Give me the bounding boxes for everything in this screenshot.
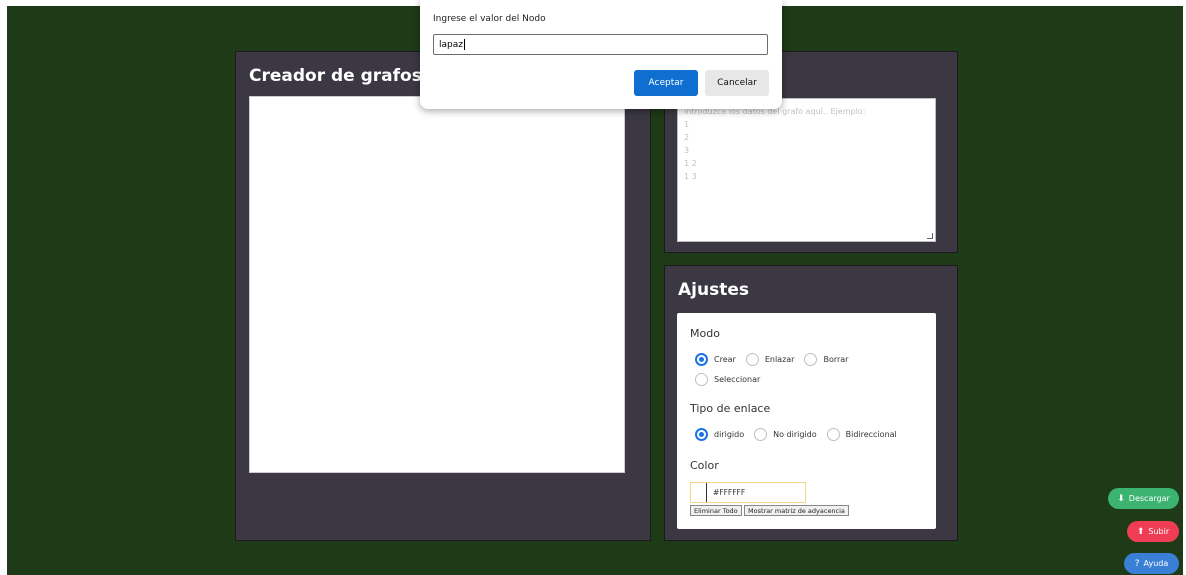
- radio-label: Seleccionar: [714, 375, 761, 384]
- link-type-radio-group: dirigido No dirigido Bidireccional: [695, 428, 907, 441]
- radio-link-dirigido[interactable]: [695, 428, 708, 441]
- color-input[interactable]: #FFFFFF: [690, 482, 806, 503]
- download-icon: ⬇: [1117, 493, 1125, 504]
- placeholder-line: 3: [684, 146, 690, 155]
- radio-label: Borrar: [823, 355, 849, 364]
- help-label: Ayuda: [1143, 559, 1169, 568]
- color-label: Color: [690, 459, 719, 472]
- settings-card: Modo Crear Enlazar Borrar Seleccionar Ti…: [677, 313, 936, 529]
- radio-mode-crear[interactable]: [695, 353, 708, 366]
- radio-link-bidireccional[interactable]: [826, 428, 840, 441]
- placeholder-line: 2: [684, 133, 690, 142]
- radio-label: No dirigido: [773, 430, 817, 439]
- graph-canvas[interactable]: [249, 96, 625, 473]
- dialog-message: Ingrese el valor del Nodo: [433, 14, 546, 24]
- color-value: #FFFFFF: [713, 488, 746, 497]
- help-button[interactable]: ? Ayuda: [1124, 553, 1179, 574]
- link-type-label: Tipo de enlace: [690, 402, 771, 415]
- radio-mode-borrar[interactable]: [804, 353, 818, 366]
- color-swatch[interactable]: [691, 483, 707, 502]
- upload-button[interactable]: ⬆ Subir: [1127, 521, 1179, 542]
- resize-handle-icon[interactable]: [927, 233, 933, 239]
- mode-radio-group: Crear Enlazar Borrar: [695, 353, 858, 366]
- placeholder-line: 1: [684, 120, 690, 129]
- mode-label: Modo: [690, 327, 720, 340]
- mode-radio-group-2: Seleccionar: [695, 373, 770, 386]
- graph-data-textarea[interactable]: Introduzca los datos del grafo aquí.. Ej…: [677, 98, 936, 242]
- placeholder-line: 1 2: [684, 159, 697, 168]
- radio-label: dirigido: [714, 430, 745, 439]
- text-caret: [463, 39, 465, 50]
- radio-mode-seleccionar[interactable]: [695, 373, 708, 386]
- help-icon: ?: [1134, 558, 1140, 569]
- radio-mode-enlazar[interactable]: [745, 353, 759, 366]
- radio-label: Bidireccional: [845, 430, 897, 439]
- prompt-dialog: Ingrese el valor del Nodo lapaz Aceptar …: [420, 0, 782, 109]
- delete-all-button[interactable]: Eliminar Todo: [690, 505, 742, 516]
- settings-panel: Ajustes Modo Crear Enlazar Borrar Selecc…: [664, 265, 958, 541]
- placeholder-line: 1 3: [684, 172, 697, 181]
- graph-creator-panel: Creador de grafos: [235, 51, 651, 541]
- radio-link-no-dirigido[interactable]: [754, 428, 768, 441]
- download-button[interactable]: ⬇ Descargar: [1108, 488, 1179, 509]
- cancel-button[interactable]: Cancelar: [705, 70, 769, 96]
- dialog-input[interactable]: lapaz: [433, 34, 768, 55]
- upload-icon: ⬆: [1136, 526, 1145, 537]
- panel-title: Ajustes: [678, 280, 749, 300]
- panel-title: Creador de grafos: [249, 66, 422, 86]
- download-label: Descargar: [1128, 494, 1170, 503]
- radio-label: Crear: [714, 355, 736, 364]
- accept-button[interactable]: Aceptar: [634, 70, 698, 96]
- upload-label: Subir: [1148, 527, 1170, 536]
- dialog-input-value: lapaz: [439, 39, 463, 50]
- radio-label: Enlazar: [764, 355, 795, 364]
- show-adjacency-matrix-button[interactable]: Mostrar matriz de adyacencia: [744, 505, 849, 516]
